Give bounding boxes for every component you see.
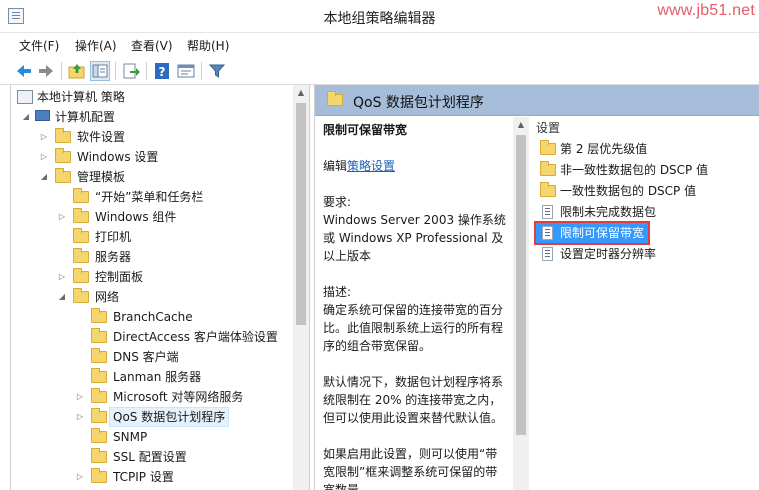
collapsed-arrow-icon[interactable]: ▷ xyxy=(39,147,49,167)
edit-policy-link[interactable]: 策略设置 xyxy=(347,159,395,173)
back-arrow-icon[interactable] xyxy=(14,61,34,81)
column-header-setting[interactable]: 设置 xyxy=(536,117,759,139)
toolbar-separator xyxy=(201,62,202,80)
toolbar: ? xyxy=(0,56,759,85)
export-list-icon[interactable] xyxy=(121,61,141,81)
policy-tree[interactable]: 本地计算机 策略 ◢ 计算机配置 ▷ 软件设置 ▷ Windows 设置 ◢ 管… xyxy=(10,85,310,490)
scrollbar-thumb[interactable] xyxy=(296,103,306,325)
folder-icon xyxy=(55,128,71,143)
policy-document-icon xyxy=(17,90,33,104)
up-folder-icon[interactable] xyxy=(67,61,87,81)
folder-icon xyxy=(91,348,107,363)
folder-icon xyxy=(91,448,107,463)
folder-icon xyxy=(73,248,89,263)
menu-view[interactable]: 查看(V) xyxy=(131,37,173,54)
folder-icon xyxy=(91,368,107,383)
description-text: 确定系统可保留的连接带宽的百分比。此值限制系统上运行的所有程序的组合带宽保留。 xyxy=(323,303,504,353)
folder-icon xyxy=(91,428,107,443)
forward-arrow-icon[interactable] xyxy=(36,61,56,81)
toolbar-separator xyxy=(115,62,116,80)
collapsed-arrow-icon[interactable]: ▷ xyxy=(75,467,85,487)
toolbar-separator xyxy=(61,62,62,80)
toolbar-separator xyxy=(146,62,147,80)
folder-icon xyxy=(91,468,107,483)
folder-icon xyxy=(73,268,89,283)
expanded-arrow-icon[interactable]: ◢ xyxy=(57,287,67,307)
collapsed-arrow-icon[interactable]: ▷ xyxy=(75,387,85,407)
title-bar: 本地组策略编辑器 www.jb51.net xyxy=(0,0,759,33)
folder-icon xyxy=(73,228,89,243)
scrollbar-thumb[interactable] xyxy=(516,135,526,435)
folder-icon xyxy=(91,328,107,343)
details-pane: QoS 数据包计划程序 限制可保留带宽 编辑策略设置 要求: Windows S… xyxy=(314,85,759,490)
folder-icon xyxy=(540,161,556,176)
description-title: 限制可保留带宽 xyxy=(323,123,408,137)
menu-bar: 文件(F) 操作(A) 查看(V) 帮助(H) xyxy=(0,33,759,56)
folder-icon xyxy=(91,408,107,423)
list-item[interactable]: 非一致性数据包的 DSCP 值 xyxy=(536,160,736,180)
folder-icon xyxy=(73,188,89,203)
expanded-arrow-icon[interactable]: ◢ xyxy=(21,107,31,127)
folder-icon xyxy=(73,208,89,223)
settings-list: 设置 第 2 层优先级值 非一致性数据包的 DSCP 值 一致性数据包的 DSC… xyxy=(530,117,759,490)
folder-icon xyxy=(327,91,343,106)
list-item[interactable]: 限制未完成数据包 xyxy=(536,202,736,222)
details-header: QoS 数据包计划程序 xyxy=(315,85,759,116)
edit-policy-line: 编辑策略设置 xyxy=(323,159,396,173)
folder-icon xyxy=(55,168,71,183)
folder-icon xyxy=(540,140,556,155)
watermark: www.jb51.net xyxy=(657,2,755,19)
list-item-selected[interactable]: 限制可保留带宽 xyxy=(534,221,650,245)
requirements-text: Windows Server 2003 操作系统或 Windows XP Pro… xyxy=(323,213,506,263)
list-item[interactable]: 一致性数据包的 DSCP 值 xyxy=(536,181,736,201)
list-item[interactable]: 第 2 层优先级值 xyxy=(536,139,736,159)
description-pane: 限制可保留带宽 编辑策略设置 要求: Windows Server 2003 操… xyxy=(315,117,513,490)
folder-icon xyxy=(73,288,89,303)
scroll-up-arrow-icon[interactable]: ▲ xyxy=(293,85,309,101)
folder-icon xyxy=(55,148,71,163)
menu-file[interactable]: 文件(F) xyxy=(19,37,59,54)
filter-icon[interactable] xyxy=(207,61,227,81)
enabled-behavior-text: 如果启用此设置，则可以使用“带宽限制”框来调整系统可保留的带宽数量。 xyxy=(323,447,498,490)
collapsed-arrow-icon[interactable]: ▷ xyxy=(57,267,67,287)
properties-icon[interactable] xyxy=(176,61,196,81)
tree-scrollbar[interactable]: ▲ xyxy=(293,85,309,490)
folder-icon xyxy=(91,308,107,323)
description-scrollbar[interactable]: ▲ xyxy=(513,117,529,490)
description-label: 描述: xyxy=(323,285,352,299)
scroll-up-arrow-icon[interactable]: ▲ xyxy=(513,117,529,133)
window-title: 本地组策略编辑器 xyxy=(323,11,436,27)
policy-setting-icon xyxy=(542,247,553,261)
menu-help[interactable]: 帮助(H) xyxy=(187,37,229,54)
default-behavior-text: 默认情况下，数据包计划程序将系统限制在 20% 的连接带宽之内，但可以使用此设置… xyxy=(323,375,504,425)
collapsed-arrow-icon[interactable]: ▷ xyxy=(57,207,67,227)
help-icon[interactable]: ? xyxy=(152,61,172,81)
collapsed-arrow-icon[interactable]: ▷ xyxy=(39,127,49,147)
details-title: QoS 数据包计划程序 xyxy=(353,95,484,111)
svg-text:?: ? xyxy=(159,65,166,79)
computer-icon xyxy=(35,110,50,121)
menu-action[interactable]: 操作(A) xyxy=(75,37,117,54)
list-item[interactable]: 设置定时器分辨率 xyxy=(536,244,736,264)
policy-setting-icon xyxy=(542,205,553,219)
show-hide-tree-icon[interactable] xyxy=(90,61,110,81)
collapsed-arrow-icon[interactable]: ▷ xyxy=(75,407,85,427)
folder-icon xyxy=(540,182,556,197)
folder-icon xyxy=(91,388,107,403)
requirements-label: 要求: xyxy=(323,195,352,209)
policy-setting-icon xyxy=(542,226,553,240)
expanded-arrow-icon[interactable]: ◢ xyxy=(39,167,49,187)
